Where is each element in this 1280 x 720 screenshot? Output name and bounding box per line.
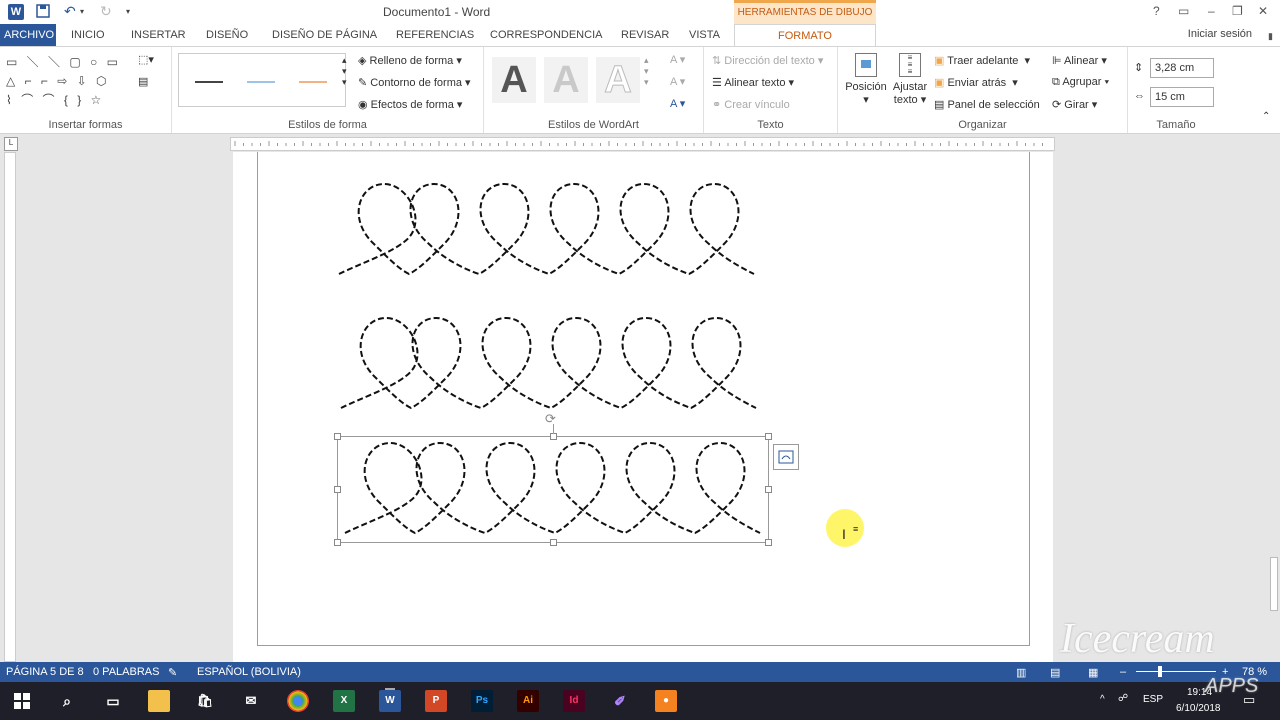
clock-date[interactable]: 6/10/2018 (1176, 703, 1221, 714)
photoshop-icon[interactable]: Ps (471, 690, 493, 712)
task-view-icon[interactable]: ▭ (102, 690, 124, 712)
watermark-sub: APPS (1205, 675, 1259, 697)
excel-icon[interactable]: X (333, 690, 355, 712)
resize-handle[interactable] (765, 433, 772, 440)
scrollbar-thumb[interactable] (1270, 557, 1278, 611)
read-mode-icon[interactable]: ▥ (1016, 666, 1026, 679)
resize-handle[interactable] (765, 539, 772, 546)
loop-drawings (338, 183, 761, 534)
resize-handle[interactable] (334, 539, 341, 546)
loop-row-2[interactable] (340, 317, 757, 409)
recorder-icon[interactable]: ● (655, 690, 677, 712)
selected-shape-frame[interactable] (337, 436, 769, 543)
windows-start-icon[interactable] (14, 693, 30, 709)
zoom-slider-thumb[interactable] (1158, 666, 1162, 677)
watermark-brand: Icecream (1060, 616, 1215, 662)
illustrator-icon[interactable]: Ai (517, 690, 539, 712)
resize-handle[interactable] (550, 539, 557, 546)
text-cursor-icon: I (842, 526, 846, 542)
proofing-icon[interactable]: ✎ (168, 666, 177, 679)
print-layout-icon[interactable]: ▤ (1050, 666, 1060, 679)
rotate-handle-icon[interactable]: ⟳ (545, 411, 556, 427)
pen-app-icon[interactable]: ✐ (609, 690, 631, 712)
page-count[interactable]: PÁGINA 5 DE 8 (6, 666, 84, 678)
indesign-icon[interactable]: Id (563, 690, 585, 712)
mail-icon[interactable]: ✉ (240, 690, 262, 712)
loop-row-1[interactable] (338, 183, 755, 275)
resize-handle[interactable] (765, 486, 772, 493)
paragraph-icon: ≡ (853, 524, 859, 534)
chrome-icon[interactable] (287, 690, 309, 712)
status-bar: PÁGINA 5 DE 8 0 PALABRAS ✎ ESPAÑOL (BOLI… (0, 662, 1280, 682)
layout-options-button[interactable] (773, 444, 799, 470)
resize-handle[interactable] (334, 486, 341, 493)
zoom-slider[interactable] (1136, 671, 1216, 672)
zoom-out-icon[interactable]: – (1120, 666, 1126, 678)
search-icon[interactable]: ⌕ (56, 690, 78, 712)
language-indicator[interactable]: ESPAÑOL (BOLIVIA) (197, 666, 301, 678)
rotate-handle-stem (553, 424, 554, 434)
store-icon[interactable]: 🛍 (194, 690, 216, 712)
tray-up-icon[interactable]: ^ (1100, 694, 1105, 705)
word-taskbar-icon[interactable]: W (379, 690, 401, 712)
taskbar: ⌕ ▭ 🛍 ✉ X W P Ps Ai Id ✐ ● ^ ☍ ESP 19:14… (0, 682, 1280, 720)
resize-handle[interactable] (334, 433, 341, 440)
layout-options-icon (778, 450, 794, 464)
input-language[interactable]: ESP (1143, 694, 1163, 705)
web-layout-icon[interactable]: ▦ (1088, 666, 1098, 679)
word-count[interactable]: 0 PALABRAS (93, 666, 159, 678)
tab-formato[interactable]: FORMATO (734, 24, 876, 46)
resize-handle[interactable] (550, 433, 557, 440)
file-explorer-icon[interactable] (148, 690, 170, 712)
powerpoint-icon[interactable]: P (425, 690, 447, 712)
vertical-scrollbar[interactable] (1268, 152, 1280, 662)
network-icon[interactable]: ☍ (1118, 693, 1128, 704)
